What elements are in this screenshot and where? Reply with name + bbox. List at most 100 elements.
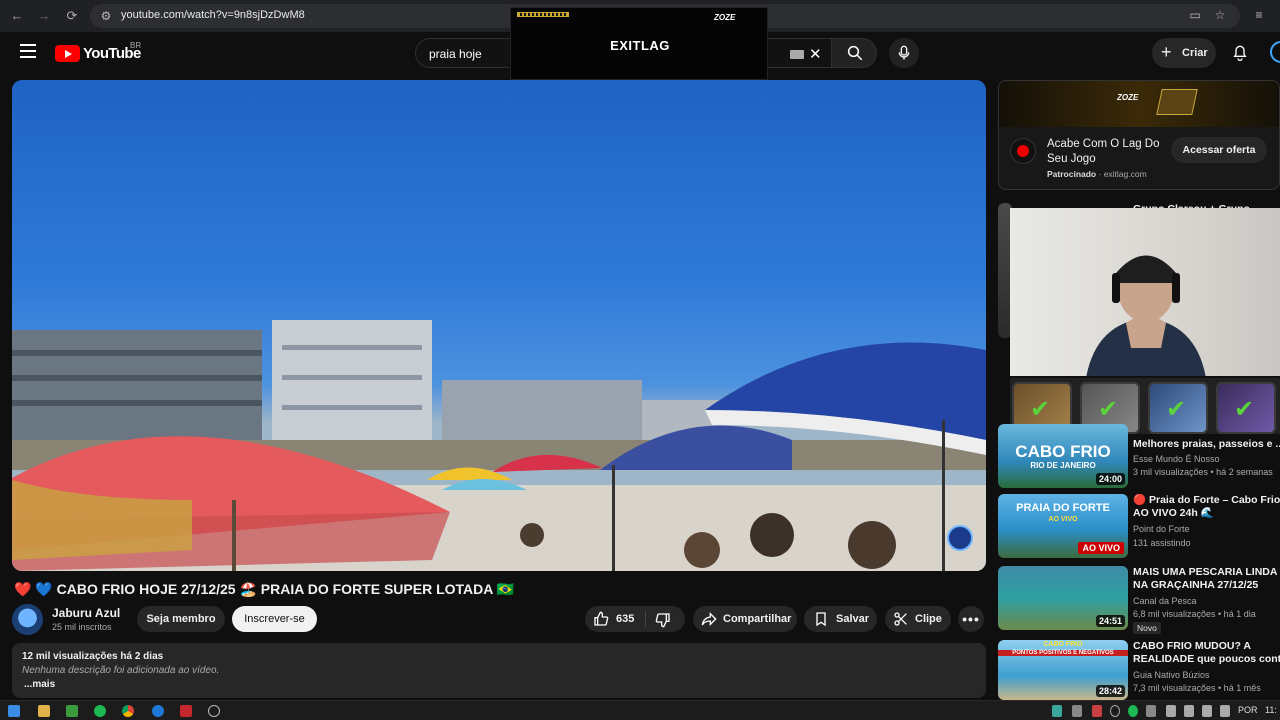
- recommendation-thumbnail[interactable]: CABO FRIO PONTOS POSITIVOS E NEGATIVOS 2…: [998, 640, 1128, 700]
- recommendation-title-line2[interactable]: AO VIVO 24h 🌊: [1133, 507, 1280, 520]
- bookmark-star-icon[interactable]: ☆: [1213, 8, 1227, 22]
- recommendation-channel[interactable]: Canal da Pesca: [1133, 596, 1197, 606]
- recommendation-item[interactable]: PRAIA DO FORTE AO VIVO AO VIVO 🔴 Praia d…: [998, 494, 1280, 560]
- video-duration: 28:42: [1095, 685, 1125, 697]
- recommendation-title[interactable]: 🔴 Praia do Forte – Cabo Frio: [1133, 494, 1280, 507]
- windows-taskbar: POR 11:: [0, 700, 1280, 720]
- thumbnail-text: CABO FRIO: [1015, 442, 1111, 461]
- video-player[interactable]: [12, 80, 986, 571]
- app-icon[interactable]: [208, 705, 220, 717]
- recommendation-item[interactable]: 24:51 MAIS UMA PESCARIA LINDA NA GRAÇAIN…: [998, 566, 1280, 636]
- country-code: BR: [130, 41, 142, 50]
- site-info-icon[interactable]: ⚙: [99, 9, 113, 23]
- recommendation-meta: 3 mil visualizações • há 2 semanas: [1133, 467, 1273, 477]
- keyboard-language[interactable]: POR: [1238, 705, 1258, 715]
- recommendation-channel[interactable]: Guia Nativo Búzios: [1133, 670, 1210, 680]
- chrome-icon[interactable]: [122, 705, 134, 717]
- description-box[interactable]: 12 mil visualizações há 2 dias Nenhuma d…: [12, 643, 986, 698]
- share-button[interactable]: Compartilhar: [693, 606, 797, 632]
- video-duration: 24:51: [1095, 615, 1125, 627]
- bookmark-icon: [816, 612, 826, 627]
- youtube-logo[interactable]: YouTube: [55, 44, 141, 62]
- recommendation-item[interactable]: CABO FRIO PONTOS POSITIVOS E NEGATIVOS 2…: [998, 640, 1280, 700]
- browser-menu-icon[interactable]: ≡: [1252, 8, 1266, 22]
- subscribe-button[interactable]: Inscrever-se: [232, 606, 317, 632]
- exitlag-overlay: ZOZE EXITLAG: [510, 7, 768, 80]
- search-button[interactable]: [831, 38, 877, 68]
- tray-icon[interactable]: [1052, 705, 1062, 717]
- usb-icon[interactable]: [1166, 705, 1176, 717]
- back-arrow-icon[interactable]: ←: [9, 8, 25, 24]
- beach-umbrellas-scene: [12, 342, 986, 571]
- recommendation-channel[interactable]: Point do Forte: [1133, 524, 1190, 534]
- show-more-link[interactable]: ...mais: [24, 679, 55, 690]
- thumbs-down-icon[interactable]: [655, 612, 671, 628]
- spotify-icon[interactable]: [94, 705, 106, 717]
- youtube-play-icon: [55, 44, 80, 62]
- tray-icon[interactable]: [1128, 705, 1138, 717]
- create-label: Criar: [1182, 47, 1208, 59]
- start-menu-icon[interactable]: [8, 705, 20, 717]
- file-explorer-icon[interactable]: [38, 705, 50, 717]
- ad-banner-badge: ZOZE: [1117, 93, 1139, 102]
- create-button[interactable]: + Criar: [1152, 38, 1216, 68]
- recommendation-title-line2[interactable]: REALIDADE que poucos contam: [1133, 653, 1280, 666]
- tray-icon[interactable]: [1146, 705, 1156, 717]
- recommendation-meta: 7,3 mil visualizações • há 1 mês: [1133, 683, 1261, 693]
- reload-icon[interactable]: ⟳: [64, 8, 80, 24]
- thumbs-up-icon[interactable]: [593, 611, 609, 627]
- channel-avatar[interactable]: [12, 604, 43, 635]
- recommendation-thumbnail[interactable]: PRAIA DO FORTE AO VIVO AO VIVO: [998, 494, 1128, 558]
- recommendation-item[interactable]: CABO FRIO RIO DE JANEIRO 24:00 Melhores …: [998, 424, 1280, 490]
- clip-label: Clipe: [915, 613, 942, 625]
- cast-icon[interactable]: ▭: [1188, 8, 1202, 22]
- share-label: Compartilhar: [723, 613, 792, 625]
- recommendation-title[interactable]: Melhores praias, passeios e ...: [1133, 438, 1280, 451]
- network-icon[interactable]: [1184, 705, 1194, 717]
- tray-icon[interactable]: [1092, 705, 1102, 717]
- app-icon[interactable]: [180, 705, 192, 717]
- tray-icon[interactable]: [1110, 705, 1120, 717]
- clock[interactable]: 11:: [1265, 705, 1277, 715]
- new-badge: Novo: [1133, 622, 1161, 634]
- volume-icon[interactable]: [1202, 705, 1212, 717]
- save-button[interactable]: Salvar: [804, 606, 877, 632]
- ad-banner-product: [1156, 89, 1198, 115]
- recommendation-title-line2[interactable]: NA GRAÇAINHA 27/12/25: [1133, 579, 1280, 592]
- tray-icon[interactable]: [1072, 705, 1082, 717]
- sponsored-ad-card[interactable]: ZOZE Acabe Com O Lag Do Seu Jogo Patroci…: [998, 80, 1280, 190]
- voice-search-button[interactable]: [889, 38, 919, 68]
- notifications-bell-icon[interactable]: [1232, 44, 1248, 62]
- live-badge: AO VIVO: [1078, 542, 1124, 554]
- thumbnail-subtext: PONTOS POSITIVOS E NEGATIVOS: [998, 650, 1128, 656]
- recommendation-thumbnail[interactable]: CABO FRIO RIO DE JANEIRO 24:00: [998, 424, 1128, 488]
- battery-icon[interactable]: [1220, 705, 1230, 717]
- channel-name[interactable]: Jaburu Azul: [52, 606, 120, 620]
- edge-icon[interactable]: [152, 705, 164, 717]
- more-actions-button[interactable]: •••: [958, 606, 984, 632]
- ad-domain: exitlag.com: [1103, 169, 1147, 179]
- ad-title[interactable]: Acabe Com O Lag Do Seu Jogo: [1047, 137, 1177, 167]
- ad-cta-button[interactable]: Acessar oferta: [1171, 137, 1267, 163]
- like-count: 635: [616, 613, 635, 625]
- join-button[interactable]: Seja membro: [137, 606, 225, 632]
- recommendation-title[interactable]: CABO FRIO MUDOU? A: [1133, 640, 1280, 653]
- hamburger-menu-icon[interactable]: [20, 44, 36, 58]
- clip-button[interactable]: Clipe: [885, 606, 951, 632]
- webcam-overlay: [1010, 208, 1280, 376]
- store-icon[interactable]: [66, 705, 78, 717]
- keyboard-icon[interactable]: [790, 50, 804, 59]
- exitlag-logo: EXITLAG: [610, 38, 670, 53]
- thumbnail-text: PRAIA DO FORTE: [1016, 502, 1110, 514]
- ad-banner-image: ZOZE: [999, 81, 1279, 127]
- channel-subscribers: 25 mil inscritos: [52, 622, 112, 632]
- recommendation-channel[interactable]: Esse Mundo É Nosso: [1133, 454, 1220, 464]
- recommendation-meta: 6,8 mil visualizações • há 1 dia: [1133, 609, 1256, 619]
- clear-search-icon[interactable]: ✕: [809, 45, 822, 63]
- account-avatar[interactable]: [1270, 41, 1280, 63]
- thumbnail-subtext: AO VIVO: [1048, 516, 1078, 523]
- forward-arrow-icon[interactable]: →: [36, 8, 52, 24]
- advertiser-logo[interactable]: [1010, 138, 1036, 164]
- recommendation-title[interactable]: MAIS UMA PESCARIA LINDA: [1133, 566, 1280, 579]
- recommendation-thumbnail[interactable]: 24:51: [998, 566, 1128, 630]
